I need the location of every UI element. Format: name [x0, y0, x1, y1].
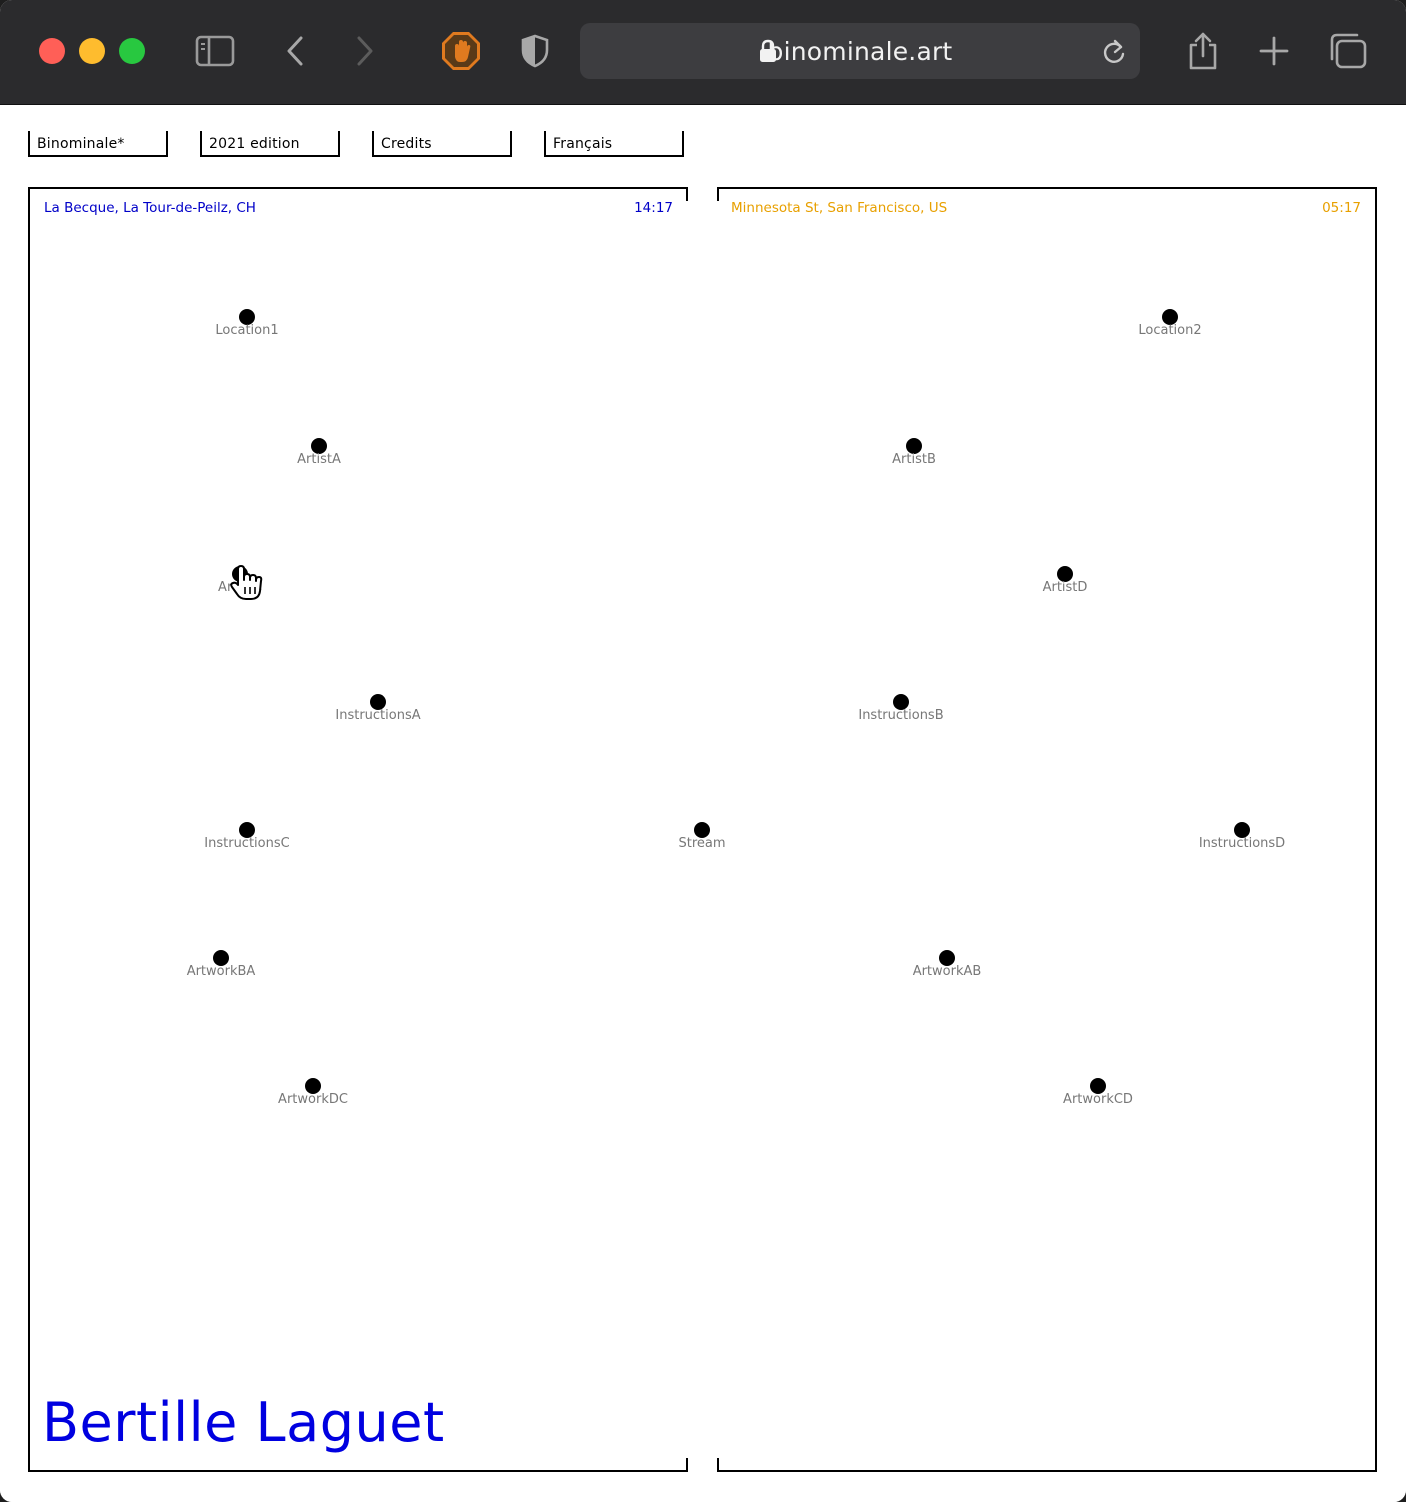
share-icon[interactable]: [1181, 28, 1225, 74]
node-label: InstructionsB: [858, 708, 944, 723]
address-bar[interactable]: binominale.art: [580, 23, 1140, 79]
nav-credits[interactable]: Credits: [372, 131, 512, 157]
close-window-button[interactable]: [39, 38, 65, 64]
left-location-time: 14:17: [634, 200, 673, 216]
node-label: Stream: [678, 836, 726, 851]
forward-icon[interactable]: [343, 28, 387, 74]
panel-corner-tick: [686, 187, 688, 201]
panel-frame-bottom: [28, 1470, 688, 1472]
panel-corner-tick: [717, 187, 719, 201]
node-label: InstructionsC: [204, 836, 290, 851]
right-location-name: Minnesota St, San Francisco, US: [731, 200, 948, 216]
new-tab-icon[interactable]: [1252, 28, 1296, 74]
back-icon[interactable]: [273, 28, 317, 74]
nav-2021-edition[interactable]: 2021 edition: [200, 131, 340, 157]
panel-frame-bottom: [717, 1470, 1377, 1472]
zoom-window-button[interactable]: [119, 38, 145, 64]
node-label: ArtworkDC: [278, 1092, 348, 1107]
node-label: ArtworkAB: [912, 964, 982, 979]
hand-pointer-cursor-icon: [228, 563, 264, 607]
tabs-overview-icon[interactable]: [1326, 28, 1370, 74]
browser-toolbar: binominale.art: [0, 0, 1406, 105]
artist-name-title: Bertille Laguet: [42, 1391, 445, 1454]
panel-frame-right: [1375, 187, 1377, 1472]
left-location-panel: La Becque, La Tour-de-Peilz, CH 14:17 Be…: [28, 187, 688, 1472]
panel-corner-tick: [717, 1458, 719, 1472]
hand-stop-extension-icon[interactable]: [439, 28, 483, 74]
right-location-panel: Minnesota St, San Francisco, US 05:17: [717, 187, 1377, 1472]
page-content: Binominale* 2021 edition Credits Françai…: [0, 105, 1406, 1502]
reload-icon[interactable]: [1101, 38, 1127, 71]
node-label: ArtistA: [297, 452, 341, 467]
minimize-window-button[interactable]: [79, 38, 105, 64]
node-label: Location2: [1138, 323, 1202, 338]
nav-language[interactable]: Français: [544, 131, 684, 157]
url-text: binominale.art: [767, 37, 953, 66]
node-label: Location1: [215, 323, 279, 338]
right-location-time: 05:17: [1322, 200, 1361, 216]
left-location-name: La Becque, La Tour-de-Peilz, CH: [44, 200, 256, 216]
sidebar-icon[interactable]: [193, 28, 237, 74]
node-label: ArtworkCD: [1063, 1092, 1133, 1107]
panel-frame-left: [28, 187, 30, 1472]
shield-icon[interactable]: [513, 28, 557, 74]
node-label: ArtistD: [1042, 580, 1088, 595]
node-label: ArtistB: [892, 452, 936, 467]
panel-frame-top: [717, 187, 1377, 189]
node-label: ArtworkBA: [186, 964, 256, 979]
panel-frame-top: [28, 187, 688, 189]
panel-corner-tick: [686, 1458, 688, 1472]
node-label: InstructionsA: [335, 708, 421, 723]
nav-binominale[interactable]: Binominale*: [28, 131, 168, 157]
node-label: InstructionsD: [1198, 836, 1286, 851]
browser-window: binominale.art Binominale* 2021 edition …: [0, 0, 1406, 1502]
